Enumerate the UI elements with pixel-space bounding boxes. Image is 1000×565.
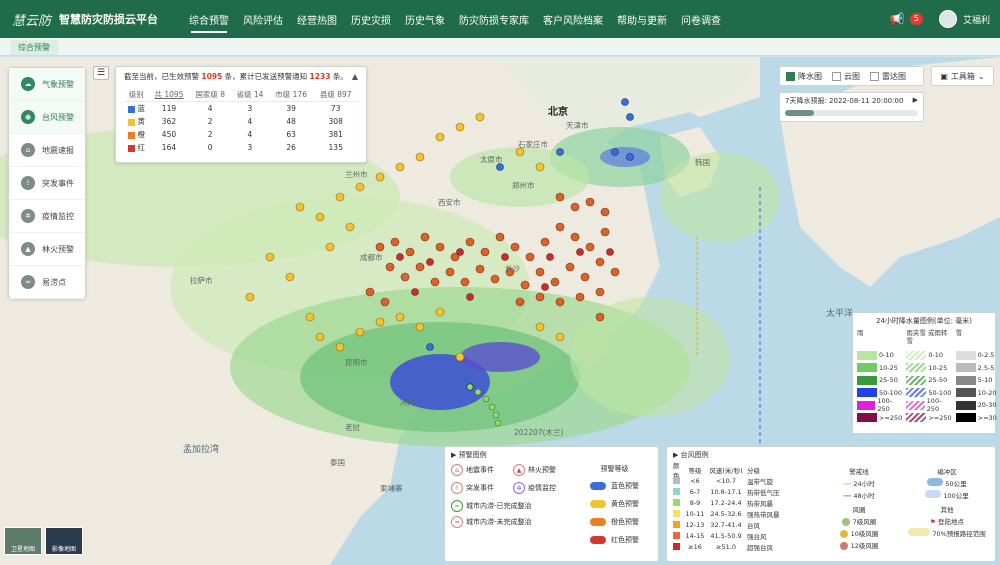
user-area: 📢 5 艾福利 (890, 0, 990, 38)
earthquake-icon: ⌂ (21, 143, 35, 157)
fire-icon: ▲ (21, 242, 35, 256)
typhoon-label[interactable]: 202207(木兰) (514, 427, 563, 438)
logo-script: 慧云防 (12, 13, 52, 29)
sidebar-item-typhoon-warning[interactable]: ◉ 台风预警 (9, 101, 85, 134)
chevron-down-icon: ⌄ (977, 71, 985, 81)
water-icon: ≈ (21, 275, 35, 289)
map-label-cambodia: 柬埔寨 (380, 484, 403, 493)
toolbox-button[interactable]: ▣ 工具箱 ⌄ (931, 66, 994, 86)
stats-summary: 截至当前，已生效预警 1095 条，累计已发送预警通知 1233 条。 (124, 72, 348, 81)
map-label-taiyuan: 太原市 (480, 155, 503, 164)
typhoon-legend: ▶ 台风图例 颜色 等级 风速(米/秒) 分级 <6 <10.7 温带气旋 6-7 10.8… (666, 446, 996, 562)
sidebar-item-weather-warning[interactable]: ☁ 气象预警 (9, 68, 85, 101)
nav-item-comprehensive[interactable]: 综合预警 (182, 0, 236, 38)
collapse-up-icon[interactable]: ▲ (352, 72, 358, 81)
sidebar-item-epidemic[interactable]: ✲ 疫情监控 (9, 200, 85, 233)
map-label-changsha: 长沙 (505, 264, 520, 273)
sidebar-item-earthquake[interactable]: ⌂ 地震速报 (9, 134, 85, 167)
nav-item-history-weather[interactable]: 历史气象 (398, 0, 452, 38)
breadcrumb[interactable]: 综合预警 (10, 40, 58, 55)
forecast-label: 7天降水预报: (785, 97, 827, 105)
map-label-shijiazhuang: 石家庄市 (518, 140, 548, 149)
waterlog-pending-icon: ≈ (451, 516, 463, 528)
stats-table: 级别共 1095 国家级 8 省级 14 市级 176 县级 897 蓝 119 4 3 39 7… (124, 88, 358, 154)
play-icon[interactable]: ▶ (913, 96, 918, 104)
main-nav: 综合预警 风险评估 经营热图 历史灾损 历史气象 防灾防损专家库 客户风险档案 … (182, 0, 728, 38)
app-title: 智慧防灾防损云平台 (59, 13, 159, 26)
warning-stats-panel: 截至当前，已生效预警 1095 条，累计已发送预警通知 1233 条。 ▲ 级别… (115, 66, 367, 163)
table-row[interactable]: 橙 450 2 4 63 381 (124, 128, 358, 141)
map-label-beijing: 北京 (548, 107, 568, 118)
map-label-korea: 韩国 (695, 158, 710, 167)
app-logo[interactable]: 慧云防 智慧防灾防损云平台 (0, 10, 180, 29)
map-label-lanzhou: 兰州市 (345, 170, 368, 179)
sidebar: ☁ 气象预警 ◉ 台风预警 ⌂ 地震速报 ! 突发事件 ✲ 疫情监控 ▲ 林火预警 ≈ 易涝点 (8, 67, 86, 299)
triangle-right-icon[interactable]: ▶ (451, 451, 456, 459)
basemap-switcher: 卫星地图 影像地图 (4, 527, 83, 555)
virus-icon: ✲ (21, 209, 35, 223)
user-name[interactable]: 艾福利 (963, 13, 990, 26)
cloud-icon: ☁ (21, 77, 35, 91)
layer-cloud-toggle[interactable]: 云图 (832, 71, 860, 82)
map-label-kunming: 昆明市 (345, 358, 368, 367)
nav-item-survey[interactable]: 问卷调查 (674, 0, 728, 38)
nav-item-experts[interactable]: 防灾防损专家库 (452, 0, 536, 38)
rain-legend: 24小时降水量图例(单位: 毫米) 雨 0-10 10-25 25-50 50-… (852, 312, 997, 434)
map-label-bengal: 孟加拉湾 (183, 445, 220, 455)
basemap-satellite[interactable]: 卫星地图 (4, 527, 42, 555)
sidebar-item-waterlog[interactable]: ≈ 易涝点 (9, 266, 85, 299)
forecast-player: 7天降水预报: 2022-08-11 20:00:00 ▶ (779, 92, 924, 122)
breadcrumb-bar: 综合预警 (0, 38, 1000, 56)
map-label-thailand: 泰国 (330, 458, 345, 467)
forecast-timeline[interactable] (785, 110, 918, 116)
map-label-xian: 西安市 (438, 198, 461, 207)
flag-icon: ⚑ (930, 518, 936, 526)
map-label-pacific: 太平洋 (826, 309, 854, 319)
nav-item-help[interactable]: 帮助与更新 (610, 0, 674, 38)
forecast-datetime: 2022-08-11 20:00:00 (829, 97, 904, 105)
map-label-laos: 老挝 (345, 423, 360, 432)
megaphone-icon[interactable]: 📢 (890, 13, 905, 25)
table-row[interactable]: 红 164 0 3 26 135 (124, 141, 358, 154)
fire-icon: ▲ (513, 464, 525, 476)
notification-badge[interactable]: 5 (909, 13, 923, 25)
checkbox-icon (832, 71, 841, 81)
sidebar-item-emergency[interactable]: ! 突发事件 (9, 167, 85, 200)
map-label-zhengzhou: 郑州市 (512, 181, 535, 190)
briefcase-icon: ▣ (940, 71, 948, 81)
basemap-imagery[interactable]: 影像地图 (45, 527, 83, 555)
warning-legend: ▶ 预警图例 ⌂ 地震事件 ▲ 林火预警 ! 突发事件 ✲ 疫情监控 ≈ 城市内涝-已完成… (444, 446, 659, 562)
layer-radar-toggle[interactable]: 雷达图 (870, 71, 906, 82)
checkbox-icon (870, 71, 879, 81)
nav-item-risk[interactable]: 风险评估 (236, 0, 290, 38)
nav-item-history-loss[interactable]: 历史灾损 (344, 0, 398, 38)
typhoon-icon: ◉ (21, 110, 35, 124)
virus-icon: ✲ (513, 482, 525, 494)
avatar[interactable] (938, 10, 957, 28)
earthquake-icon: ⌂ (451, 464, 463, 476)
table-row[interactable]: 蓝 119 4 3 39 73 (124, 102, 358, 116)
top-navbar: 慧云防 智慧防灾防损云平台 综合预警 风险评估 经营热图 历史灾损 历史气象 防… (0, 0, 1000, 38)
alarm-icon: ! (21, 176, 35, 190)
map-label-chengdu: 成都市 (360, 253, 383, 262)
menu-toggle-icon[interactable]: ☰ (93, 66, 109, 80)
layer-precip-toggle[interactable]: 降水图 (786, 71, 822, 82)
sidebar-item-forest-fire[interactable]: ▲ 林火预警 (9, 233, 85, 266)
alarm-icon: ! (451, 482, 463, 494)
table-row[interactable]: 黄 362 2 4 48 308 (124, 115, 358, 128)
triangle-right-icon[interactable]: ▶ (673, 451, 678, 459)
map-label-lasa: 拉萨市 (190, 276, 213, 285)
nav-item-heatmap[interactable]: 经营热图 (290, 0, 344, 38)
layer-toggle-bar: 降水图 云图 雷达图 (779, 66, 924, 86)
checkbox-icon (786, 71, 795, 81)
waterlog-done-icon: ≈ (451, 500, 463, 512)
map-label-hanoi: 河内 (400, 398, 415, 407)
map-label-tianjin: 天津市 (566, 121, 589, 130)
nav-item-customer-archive[interactable]: 客户风险档案 (536, 0, 610, 38)
